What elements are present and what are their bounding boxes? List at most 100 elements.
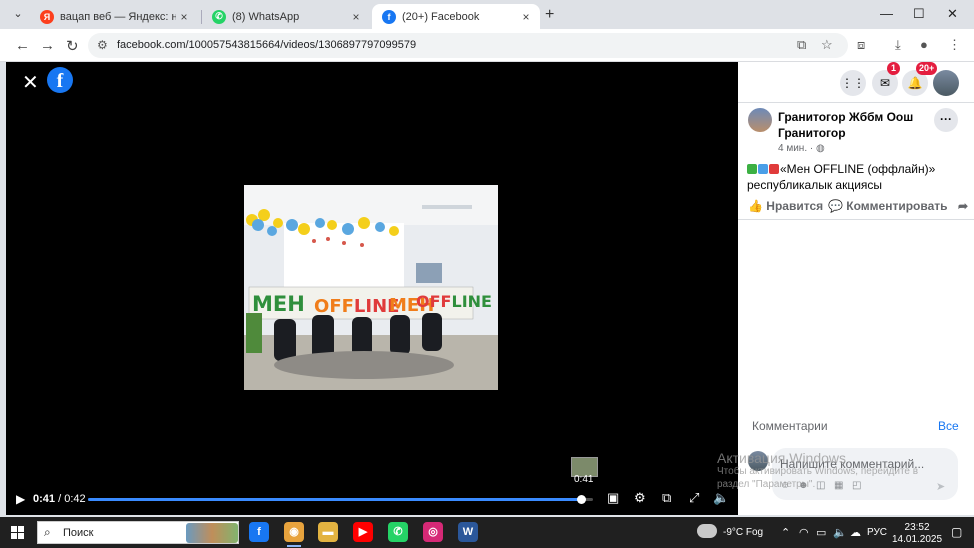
word-app-icon[interactable]: W: [458, 522, 478, 542]
input-language[interactable]: РУС: [867, 527, 887, 538]
thumbs-up-icon: 👍: [748, 199, 763, 213]
camera-icon[interactable]: ◫: [816, 480, 825, 491]
comment-input[interactable]: Напишите комментарий... ☺ ☻ ◫ ▦ ◰ ➤: [772, 448, 958, 500]
facebook-app-icon[interactable]: f: [249, 522, 269, 542]
author-avatar[interactable]: [748, 108, 772, 132]
close-icon[interactable]: ×: [348, 10, 364, 24]
globe-icon: ◍: [816, 143, 825, 154]
network-icon[interactable]: ◠: [799, 526, 809, 539]
frame-sign-letter: O: [416, 292, 430, 311]
facebook-logo-icon[interactable]: f: [47, 67, 73, 93]
close-icon[interactable]: ×: [518, 10, 534, 24]
divider: [738, 102, 974, 103]
comment-button[interactable]: 💬 Комментировать: [828, 199, 948, 213]
emoji-icon: [769, 164, 779, 174]
weather-readout[interactable]: -9°C Fog: [723, 527, 763, 538]
post-time-text: 4 мин. ·: [778, 143, 814, 154]
instagram-app-icon[interactable]: ◎: [423, 522, 443, 542]
taskbar-search-box[interactable]: ⌕ Поиск: [37, 521, 239, 544]
whatsapp-app-icon[interactable]: ✆: [388, 522, 408, 542]
video-frame-image: МЕН OFFLINE МЕН OFFLINE: [244, 185, 498, 390]
post-author[interactable]: Гранитогор Жббм Оош Гранитогор: [778, 109, 928, 141]
progress-knob[interactable]: [576, 495, 586, 504]
site-settings-icon[interactable]: ⚙: [97, 38, 108, 52]
close-icon[interactable]: ×: [176, 10, 192, 24]
captions-icon[interactable]: ▣: [607, 490, 619, 506]
close-icon[interactable]: ✕: [22, 70, 39, 95]
bookmark-star-icon[interactable]: ☆: [821, 37, 833, 53]
minimize-button[interactable]: —: [880, 6, 893, 21]
forward-arrow-icon[interactable]: →: [40, 37, 55, 54]
frame-sign-letter: I: [365, 296, 372, 317]
commenter-avatar[interactable]: [748, 451, 768, 471]
tab-whatsapp[interactable]: ✆ (8) WhatsApp ×: [202, 4, 370, 29]
url-text: facebook.com/100057543815664/videos/1306…: [117, 39, 417, 51]
post-side-panel: ⋮⋮ ✉ 1 🔔 20+ Гранитогор Жббм Оош Гранито…: [738, 62, 974, 515]
notifications-icon[interactable]: ▢: [951, 525, 962, 539]
comments-filter-link[interactable]: Все: [938, 419, 959, 433]
extensions-icon[interactable]: ⧈: [857, 37, 865, 53]
download-icon[interactable]: ⤓: [895, 37, 901, 53]
svg-text:МЕН: МЕН: [252, 292, 305, 316]
tab-title: (20+) Facebook: [402, 10, 480, 23]
tab-yandex[interactable]: Я вацап веб — Яндекс: нашлось ×: [30, 4, 198, 29]
speaker-icon[interactable]: 🔈: [833, 526, 847, 539]
youtube-app-icon[interactable]: ▶: [353, 522, 373, 542]
miniplayer-icon[interactable]: ⧉: [662, 490, 671, 506]
frame-sign-letter: L: [451, 292, 461, 311]
settings-gear-icon[interactable]: ⚙: [634, 490, 646, 506]
comment-label: Комментировать: [846, 199, 948, 213]
frame-sign-letter: F: [329, 296, 341, 317]
weather-fog-icon[interactable]: [697, 524, 717, 538]
emoji-icon: [747, 164, 757, 174]
frame-sign-letter: N: [372, 296, 387, 317]
emoji-icon[interactable]: ☻: [798, 480, 809, 491]
new-tab-button[interactable]: +: [545, 6, 554, 24]
tab-facebook[interactable]: f (20+) Facebook ×: [372, 4, 540, 29]
browser-menu-icon[interactable]: ⋮: [948, 37, 961, 53]
tab-search-icon[interactable]: ⌄: [10, 7, 26, 23]
progress-bar[interactable]: [88, 495, 593, 504]
share-icon[interactable]: ➦: [958, 199, 968, 213]
battery-icon[interactable]: ▭: [816, 526, 826, 539]
play-icon[interactable]: ▶: [16, 492, 25, 506]
account-avatar[interactable]: [933, 70, 959, 96]
avatar-sticker-icon[interactable]: ☺: [780, 480, 790, 491]
more-options-button[interactable]: ···: [934, 108, 958, 132]
file-explorer-app-icon[interactable]: ▬: [318, 522, 338, 542]
reload-icon[interactable]: ↻: [66, 37, 79, 55]
cast-icon[interactable]: ⧉: [797, 37, 806, 53]
frame-sign-letter: F: [441, 292, 452, 311]
search-label: Поиск: [63, 527, 94, 539]
tab-title: (8) WhatsApp: [232, 10, 300, 23]
video-player[interactable]: ✕ f МЕН OFFLINE МЕН OFFLINE 0:41 ▶ 0:41 …: [6, 62, 738, 515]
whatsapp-icon: ✆: [212, 9, 226, 24]
svg-text:OFFLINE: OFFLINE: [314, 296, 399, 317]
gif-icon[interactable]: ▦: [834, 480, 843, 491]
browser-tab-strip: ⌄ Я вацап веб — Яндекс: нашлось × ✆ (8) …: [0, 0, 974, 29]
tray-chevron-icon[interactable]: ⌃: [781, 526, 790, 539]
frame-sign-letter: М: [252, 292, 273, 316]
volume-icon[interactable]: 🔈: [713, 490, 729, 506]
windows-start-icon[interactable]: [11, 526, 24, 539]
svg-text:OFFLINE: OFFLINE: [416, 292, 492, 311]
video-frame[interactable]: МЕН OFFLINE МЕН OFFLINE: [244, 185, 498, 390]
fullscreen-icon[interactable]: ⤢: [689, 490, 699, 506]
back-arrow-icon[interactable]: ←: [15, 37, 30, 54]
frame-sign-letter: F: [342, 296, 354, 317]
profile-icon[interactable]: ●: [920, 37, 928, 52]
window-close-button[interactable]: ✕: [947, 6, 958, 22]
apps-menu-icon[interactable]: ⋮⋮: [840, 70, 866, 96]
send-icon[interactable]: ➤: [936, 480, 945, 493]
cloud-icon[interactable]: ☁: [850, 526, 861, 539]
url-input[interactable]: ⚙ facebook.com/100057543815664/videos/13…: [88, 33, 848, 58]
divider: [738, 219, 974, 220]
chrome-app-icon[interactable]: ◉: [284, 522, 304, 547]
system-clock[interactable]: 23:52 14.01.2025: [892, 522, 942, 546]
sticker-icon[interactable]: ◰: [852, 480, 861, 491]
post-timestamp[interactable]: 4 мин. · ◍: [778, 143, 825, 154]
post-text-line: республикалык акциясы: [747, 178, 883, 192]
like-button[interactable]: 👍 Нравится: [748, 199, 823, 213]
search-icon: ⌕: [44, 525, 51, 539]
maximize-button[interactable]: ☐: [913, 6, 925, 22]
